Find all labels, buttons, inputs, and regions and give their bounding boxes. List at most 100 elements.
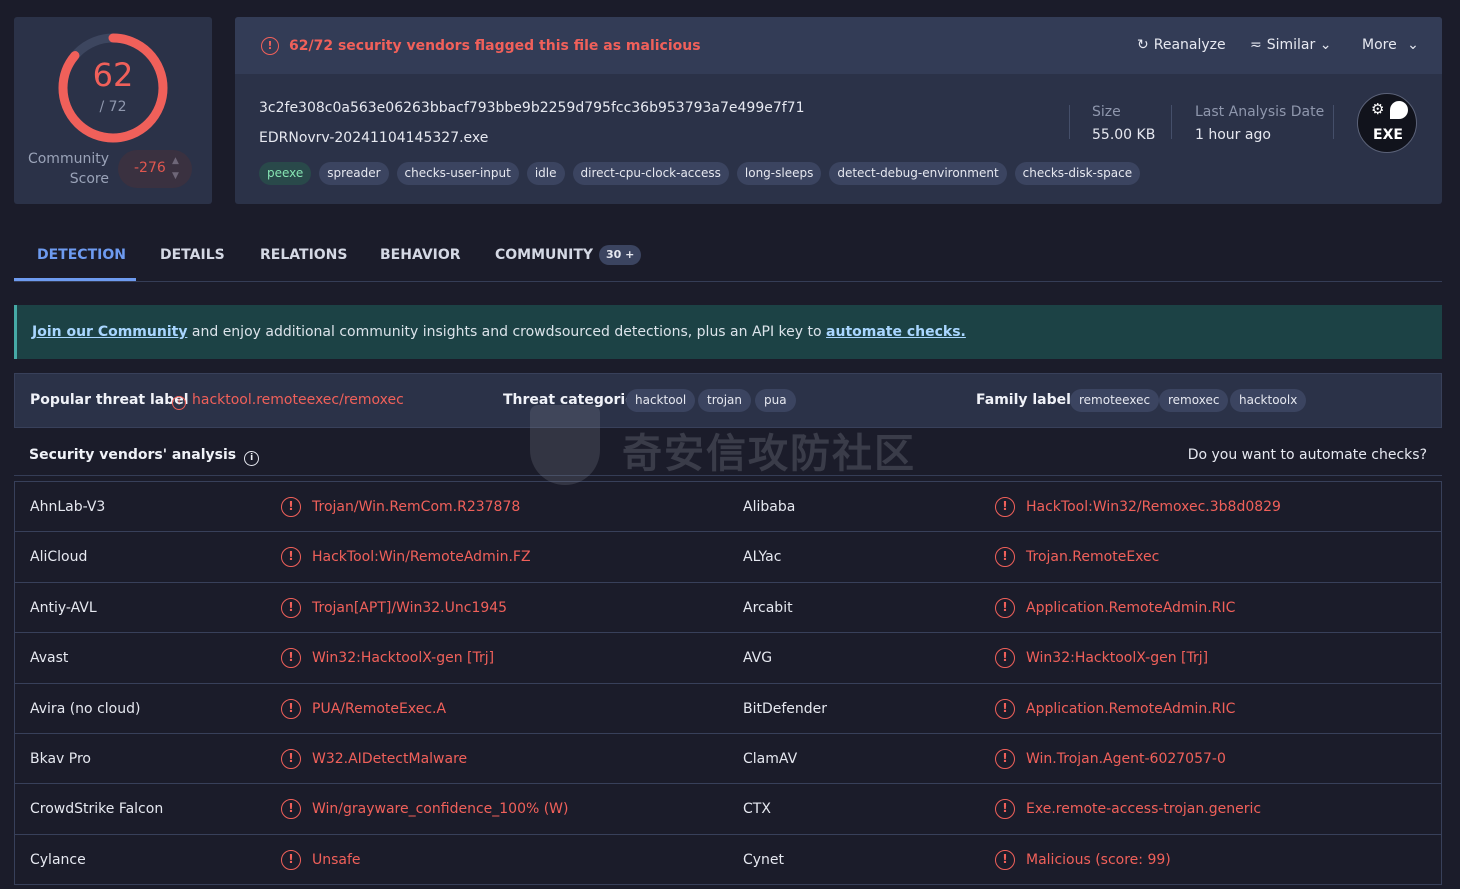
popular-threat-label: Popular threat label xyxy=(30,392,189,408)
threat-labels-bar: Popular threat label ! hacktool.remoteexe… xyxy=(14,373,1442,428)
vote-down-icon[interactable]: ▼ xyxy=(172,171,179,181)
detection-alert-icon: ! xyxy=(281,648,301,669)
vendor-name: ALYac xyxy=(743,549,782,566)
vendor-name: Avira (no cloud) xyxy=(30,700,141,717)
exe-filetype-icon: ⚙ EXE xyxy=(1357,93,1417,153)
tab-community[interactable]: COMMUNITY 30 + xyxy=(495,245,642,265)
vendor-row: Antiy-AVL! Trojan[APT]/Win32.Unc1945 Arcab… xyxy=(15,583,1441,634)
join-community-link[interactable]: Join our Community xyxy=(32,324,187,340)
size-label: Size xyxy=(1092,104,1121,120)
malicious-alert-bar: ! 62/72 security vendors flagged this fi… xyxy=(235,17,1442,74)
detection-alert-icon: ! xyxy=(281,748,301,769)
vendor-result: Win/grayware_confidence_100% (W) xyxy=(312,801,569,818)
vote-up-icon[interactable]: ▲ xyxy=(172,156,179,166)
threat-category-pill[interactable]: pua xyxy=(755,389,796,412)
refresh-icon: ↻ xyxy=(1137,37,1149,53)
tab-details[interactable]: DETAILS xyxy=(160,247,225,263)
file-tag[interactable]: spreader xyxy=(319,162,389,185)
file-header-card: ! 62/72 security vendors flagged this fi… xyxy=(235,17,1442,204)
size-value: 55.00 KB xyxy=(1092,127,1156,143)
file-tag[interactable]: checks-disk-space xyxy=(1014,162,1141,185)
community-score-voter[interactable]: -276 ▲ ▼ xyxy=(118,150,192,188)
detection-alert-icon: ! xyxy=(995,648,1015,669)
vendor-name: CTX xyxy=(743,801,771,818)
detection-alert-icon: ! xyxy=(995,799,1015,820)
reanalyze-button[interactable]: ↻ Reanalyze xyxy=(1137,37,1226,53)
community-promo-banner: Join our Community and enjoy additional … xyxy=(14,305,1442,359)
vendor-name: CrowdStrike Falcon xyxy=(30,801,164,818)
similar-icon: ≂ xyxy=(1250,37,1262,53)
detection-alert-icon: ! xyxy=(995,547,1015,568)
automate-checks-link[interactable]: automate checks. xyxy=(826,324,966,340)
family-label-pill[interactable]: remoteexec xyxy=(1070,389,1160,412)
security-vendors-table: AhnLab-V3! Trojan/Win.RemCom.R237878 Aliba… xyxy=(14,481,1442,886)
popular-threat-value[interactable]: ! hacktool.remoteexec/remoxec xyxy=(172,392,404,410)
family-label-pill[interactable]: remoxec xyxy=(1159,389,1229,412)
vendor-result: Win32:HacktoolX-gen [Trj] xyxy=(1026,650,1209,667)
vendor-row: Bkav Pro! W32.AIDetectMalware ClamAV! Win.T… xyxy=(15,734,1441,785)
vendor-result: Win32:HacktoolX-gen [Trj] xyxy=(312,650,495,667)
vendor-row: AliCloud! HackTool:Win/RemoteAdmin.FZ ALYa… xyxy=(15,532,1441,583)
vendor-result: HackTool:Win32/Remoxec.3b8d0829 xyxy=(1026,499,1281,515)
similar-button[interactable]: ≂ Similar ⌄ xyxy=(1250,37,1331,53)
community-count-badge: 30 + xyxy=(599,245,642,265)
detection-alert-icon: ! xyxy=(281,799,301,820)
vendor-result: W32.AIDetectMalware xyxy=(312,750,468,767)
vendor-name: Bkav Pro xyxy=(30,750,91,767)
threat-categories-label: Threat categories xyxy=(503,392,644,408)
alert-icon: ! xyxy=(261,37,279,55)
detection-alert-icon: ! xyxy=(995,497,1015,517)
tab-detection[interactable]: DETECTION xyxy=(37,247,126,263)
file-tag[interactable]: peexe xyxy=(259,162,312,185)
cog-shape-icon xyxy=(1390,101,1408,119)
active-tab-indicator xyxy=(14,278,136,281)
detection-alert-icon: ! xyxy=(995,698,1015,719)
vendor-result: Trojan[APT]/Win32.Unc1945 xyxy=(312,599,508,616)
automate-checks-prompt[interactable]: Do you want to automate checks? xyxy=(1188,447,1427,463)
alert-icon: ! xyxy=(172,396,186,410)
detection-alert-icon: ! xyxy=(281,597,301,618)
tab-behavior[interactable]: BEHAVIOR xyxy=(380,247,461,263)
vendor-result: Unsafe xyxy=(312,851,361,868)
file-tags: peexe spreader checks-user-input idle direct… xyxy=(259,162,1141,185)
divider xyxy=(1171,105,1172,139)
vendor-result: Application.RemoteAdmin.RIC xyxy=(1026,700,1236,717)
vendor-name: AhnLab-V3 xyxy=(30,499,106,515)
detection-count: 62 xyxy=(92,56,134,94)
more-button[interactable]: More ⌄ xyxy=(1362,37,1419,53)
promo-text: and enjoy additional community insights … xyxy=(187,324,827,340)
chevron-down-icon: ⌄ xyxy=(1319,37,1332,53)
family-labels-label: Family labels xyxy=(976,392,1080,408)
file-tag[interactable]: long-sleeps xyxy=(736,162,822,185)
threat-category-pill[interactable]: hacktool xyxy=(626,389,696,412)
file-tag[interactable]: direct-cpu-clock-access xyxy=(572,162,729,185)
last-analysis-value: 1 hour ago xyxy=(1195,127,1271,143)
last-analysis-label: Last Analysis Date xyxy=(1195,104,1325,120)
vendor-result: Malicious (score: 99) xyxy=(1026,851,1171,868)
vendor-name: Antiy-AVL xyxy=(30,599,97,616)
family-label-pill[interactable]: hacktoolx xyxy=(1230,389,1307,412)
vendor-result: HackTool:Win/RemoteAdmin.FZ xyxy=(312,549,531,566)
detection-total: / 72 xyxy=(99,99,127,115)
detection-alert-icon: ! xyxy=(995,597,1015,618)
vendor-row: Avira (no cloud)! PUA/RemoteExec.A BitDefe… xyxy=(15,684,1441,734)
file-tag[interactable]: idle xyxy=(526,162,565,185)
vendor-name: Cylance xyxy=(30,851,86,868)
info-icon[interactable]: i xyxy=(244,451,260,466)
community-score-value: -276 xyxy=(134,160,166,176)
detection-alert-icon: ! xyxy=(281,497,301,517)
vendor-row: Avast! Win32:HacktoolX-gen [Trj] AVG! Win32… xyxy=(15,633,1441,684)
file-hash[interactable]: 3c2fe308c0a563e06263bbacf793bbe9b2259d79… xyxy=(259,100,805,116)
file-tag[interactable]: detect-debug-environment xyxy=(829,162,1007,185)
vendor-name: ClamAV xyxy=(743,750,798,767)
community-score-label: Community Score xyxy=(27,151,109,187)
tab-relations[interactable]: RELATIONS xyxy=(260,247,347,263)
detection-alert-icon: ! xyxy=(281,849,301,870)
vendor-result: Win.Trojan.Agent-6027057-0 xyxy=(1026,750,1226,767)
report-tabs: DETECTION DETAILS RELATIONS BEHAVIOR COM… xyxy=(14,230,1442,282)
detection-alert-icon: ! xyxy=(281,698,301,719)
vendor-row: Cylance! Unsafe Cynet! Malicious (score: 99… xyxy=(15,835,1441,886)
file-tag[interactable]: checks-user-input xyxy=(396,162,519,185)
vendor-name: AVG xyxy=(743,650,773,667)
threat-category-pill[interactable]: trojan xyxy=(698,389,752,412)
